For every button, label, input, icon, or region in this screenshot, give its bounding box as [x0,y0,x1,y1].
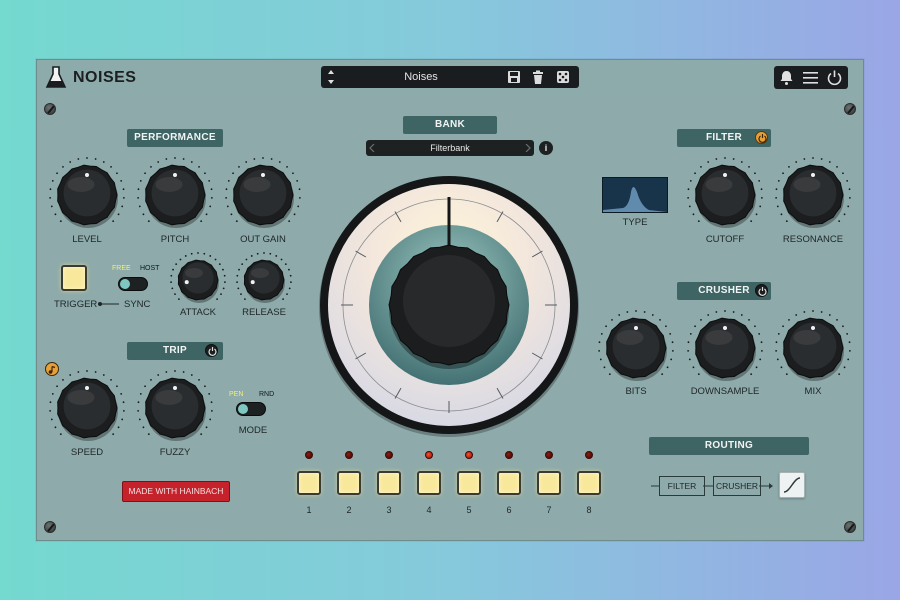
performance-title: PERFORMANCE [127,129,223,147]
made-with-hainbach-button[interactable]: MADE WITH HAINBACH [122,481,230,502]
downsample-knob[interactable] [683,306,767,390]
trigger-pad[interactable] [61,265,87,291]
screw-icon [44,103,56,115]
resonance-knob[interactable] [771,153,855,237]
screw-icon [44,521,56,533]
pad-number-4: 4 [426,505,432,515]
bank-title: BANK [403,116,497,134]
mix-knob[interactable] [771,306,855,390]
pad-number-3: 3 [386,505,392,515]
sequencer-pad-5[interactable] [457,471,481,495]
fuzzy-knob[interactable] [133,366,217,450]
sequencer-pad-1[interactable] [297,471,321,495]
bell-icon[interactable] [778,69,795,86]
trash-icon[interactable] [530,69,546,85]
pad-led-4 [425,451,433,459]
screw-icon [844,103,856,115]
dial-knob-cap [403,255,495,347]
routing-filter-block[interactable]: FILTER [659,476,705,496]
mode-label: MODE [238,425,268,436]
pad-led-7 [545,451,553,459]
menu-icon[interactable] [802,69,819,86]
preset-bar: Noises [321,66,579,88]
bank-big-dial[interactable] [317,173,581,437]
pad-led-2 [345,451,353,459]
routing-title: ROUTING [649,437,809,455]
global-actions [774,66,848,89]
filter-type-display[interactable] [602,177,668,213]
sync-host-label: HOST [140,265,160,272]
mode-pen-label: PEN [229,391,244,398]
pad-number-1: 1 [306,505,312,515]
bank-selector[interactable]: Filterbank [366,140,534,156]
filter-power-icon[interactable] [755,131,768,144]
next-bank-icon[interactable] [525,144,531,152]
mode-rnd-label: RND [259,391,275,398]
sync-toggle[interactable] [118,277,148,291]
sequencer-pad-4[interactable] [417,471,441,495]
level-knob[interactable] [45,153,129,237]
flask-logo-icon [45,66,67,88]
filter-curve-icon [603,187,667,212]
toggle-thumb [120,279,130,289]
sequencer-pad-2[interactable] [337,471,361,495]
pad-led-8 [585,451,593,459]
pitch-knob[interactable] [133,153,217,237]
screw-icon [844,521,856,533]
save-icon[interactable] [506,69,522,85]
out-gain-knob[interactable] [221,153,305,237]
pad-number-8: 8 [586,505,592,515]
mode-toggle[interactable] [236,402,266,416]
sync-label: SYNC [124,299,151,310]
trigger-label: TRIGGER [54,299,98,310]
pad-number-5: 5 [466,505,472,515]
pad-led-6 [505,451,513,459]
release-knob[interactable] [232,248,296,312]
sequencer-pad-8[interactable] [577,471,601,495]
info-icon[interactable]: i [539,141,553,155]
sequencer-pad-3[interactable] [377,471,401,495]
attack-knob[interactable] [166,248,230,312]
sync-free-label: FREE [112,265,131,272]
plugin-window: NOISES Noises PERFORMANCE LEVEL PITCH OU… [36,59,864,541]
power-icon[interactable] [826,69,843,86]
trigger-sync-link-icon [98,302,119,306]
sequencer-pad-6[interactable] [497,471,521,495]
routing-crusher-block[interactable]: CRUSHER [713,476,761,496]
preset-updown-icon[interactable] [326,68,336,86]
trip-power-icon[interactable] [205,344,218,357]
bank-name: Filterbank [430,143,470,153]
pad-led-5 [465,451,473,459]
sequencer-pad-7[interactable] [537,471,561,495]
cutoff-knob[interactable] [683,153,767,237]
speed-knob[interactable] [45,366,129,450]
crusher-power-icon[interactable] [755,284,768,297]
pad-led-3 [385,451,393,459]
toggle-thumb [238,404,248,414]
pad-number-7: 7 [546,505,552,515]
routing-curve-button[interactable] [779,472,805,498]
pad-number-6: 6 [506,505,512,515]
prev-bank-icon[interactable] [369,144,375,152]
preset-name[interactable]: Noises [361,71,481,83]
pad-number-2: 2 [346,505,352,515]
bits-knob[interactable] [594,306,678,390]
curve-icon [783,477,801,493]
pad-led-1 [305,451,313,459]
filter-type-label: TYPE [622,217,648,228]
dice-icon[interactable] [555,69,571,85]
top-bar: NOISES Noises [37,60,863,96]
app-title: NOISES [73,69,137,86]
